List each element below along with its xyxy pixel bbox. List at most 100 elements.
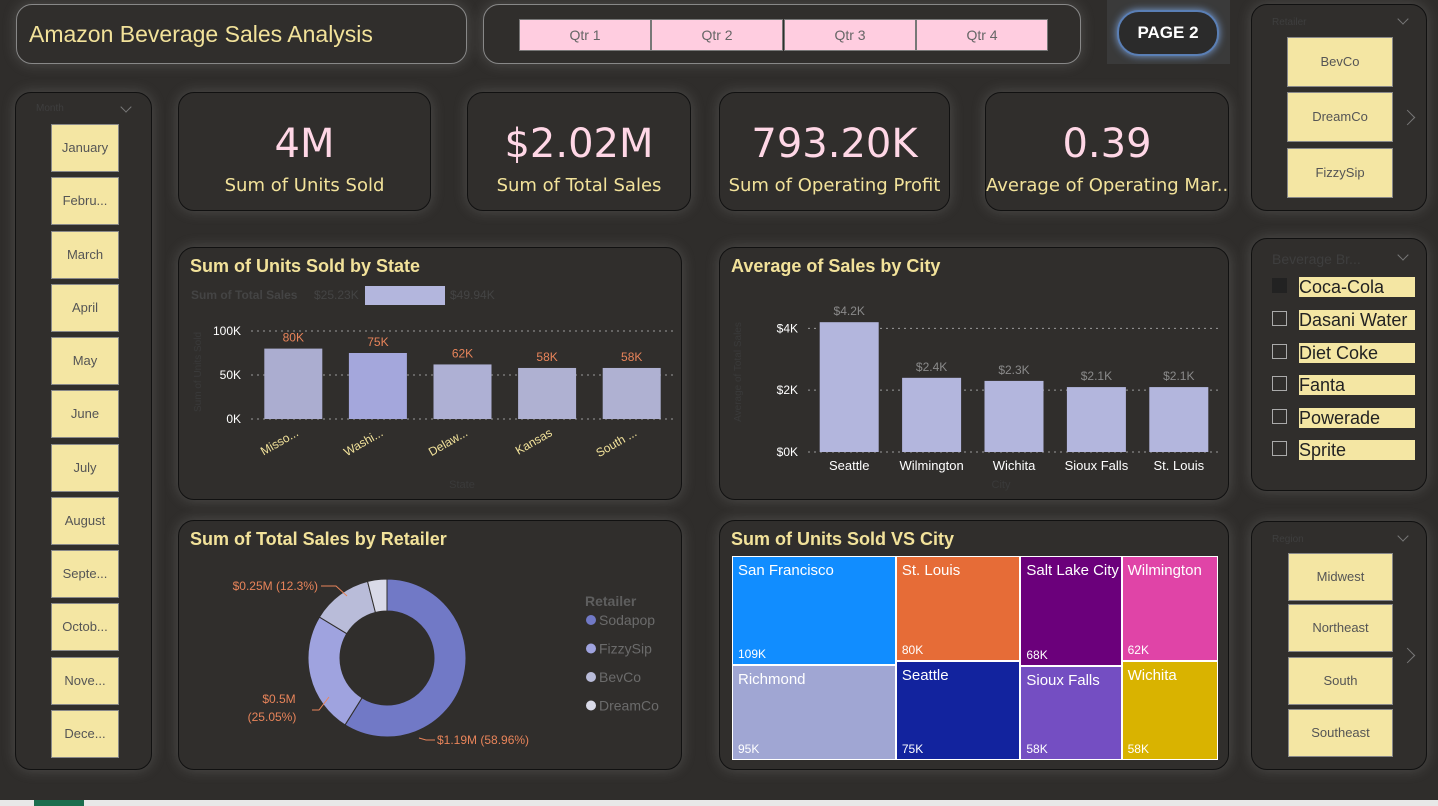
chevron-right-icon[interactable] [1399, 647, 1416, 664]
data-label: (25.05%) [248, 710, 297, 724]
y-axis-title: Sum of Units Sold [193, 332, 204, 412]
beverage-slicer: Beverage Br... Coca-Cola Dasani Water Di… [1251, 238, 1427, 491]
retailer-item[interactable]: DreamCo [1287, 92, 1393, 142]
treemap-city-label: Richmond [738, 671, 806, 688]
x-tick-label: South ... [593, 425, 639, 459]
color-legend-title: Sum of Total Sales [191, 288, 298, 302]
treemap-value-label: 95K [738, 742, 760, 756]
color-legend-max: $49.94K [450, 288, 495, 302]
retailer-item[interactable]: FizzySip [1287, 148, 1393, 198]
bar [819, 322, 879, 452]
bar [1066, 387, 1126, 452]
kpi-units-sold: 4M Sum of Units Sold [178, 92, 431, 211]
month-item[interactable]: May [51, 337, 119, 385]
month-item[interactable]: June [51, 390, 119, 438]
checkbox[interactable] [1272, 409, 1287, 424]
beverage-label: Dasani Water [1299, 310, 1415, 330]
kpi-label: Average of Operating Mar... [986, 175, 1228, 196]
month-item[interactable]: Nove... [51, 657, 119, 705]
data-label: $2.1K [1163, 369, 1194, 383]
beverage-label: Diet Coke [1299, 343, 1415, 363]
leader-line [418, 737, 435, 741]
checkbox[interactable] [1272, 376, 1287, 391]
month-item[interactable]: Septe... [51, 550, 119, 598]
donut-slice [307, 616, 363, 726]
month-item[interactable]: July [51, 444, 119, 492]
checkbox[interactable] [1272, 344, 1287, 359]
page-2-button[interactable]: PAGE 2 [1117, 10, 1219, 56]
treemap-city-label: Sioux Falls [1026, 672, 1100, 690]
region-item[interactable]: Northeast [1288, 604, 1393, 652]
page-nav-area: PAGE 2 [1107, 0, 1230, 64]
quarter-button-3[interactable]: Qtr 3 [784, 19, 916, 51]
beverage-label: Sprite [1299, 440, 1415, 460]
kpi-label: Sum of Operating Profit [728, 175, 941, 196]
treemap-city-label: Salt Lake City [1026, 562, 1119, 579]
y-tick-label: $2K [777, 383, 798, 397]
x-tick-label: Sioux Falls [1065, 458, 1129, 473]
month-item[interactable]: Dece... [51, 710, 119, 758]
treemap-cell[interactable]: St. Louis 80K [895, 556, 1021, 662]
retailer-item[interactable]: BevCo [1287, 37, 1393, 87]
region-slicer-title: Region [1272, 534, 1304, 545]
treemap-cell[interactable]: Wilmington 62K [1121, 556, 1218, 662]
treemap-value-label: 109K [738, 647, 767, 661]
units-by-state-card: Sum of Units Sold by State Sum of Total … [178, 247, 682, 500]
checkbox[interactable] [1272, 311, 1287, 326]
data-label: $0.5M [262, 692, 295, 706]
month-item[interactable]: January [51, 124, 119, 172]
chevron-down-icon[interactable] [1397, 249, 1409, 261]
month-item[interactable]: April [51, 284, 119, 332]
region-item[interactable]: Midwest [1288, 553, 1393, 601]
bar [348, 353, 407, 419]
data-label: 58K [536, 350, 557, 364]
treemap-cell[interactable]: San Francisco 109K [732, 556, 896, 665]
region-item[interactable]: Southeast [1288, 709, 1393, 757]
legend-marker [586, 700, 596, 711]
data-label: 80K [283, 331, 304, 345]
legend-item: Sodapop [599, 612, 655, 628]
data-label: 75K [367, 335, 388, 349]
chevron-down-icon[interactable] [1397, 13, 1409, 25]
chevron-right-icon[interactable] [1399, 109, 1416, 126]
checkbox[interactable] [1272, 278, 1287, 293]
y-tick-label: 0K [226, 412, 241, 426]
data-label: $2.1K [1081, 369, 1112, 383]
data-label: 62K [452, 346, 473, 360]
treemap-city-label: San Francisco [738, 562, 834, 579]
legend-item: BevCo [599, 669, 641, 685]
region-item[interactable]: South [1288, 657, 1393, 705]
kpi-label: Sum of Total Sales [496, 175, 662, 196]
month-slicer-title: Month [36, 103, 64, 114]
x-tick-label: Washi... [341, 425, 385, 459]
treemap-city-label: Seattle [901, 667, 949, 685]
treemap-cell[interactable]: Wichita 58K [1121, 661, 1218, 760]
checkbox[interactable] [1272, 441, 1287, 456]
month-item[interactable]: August [51, 497, 119, 545]
retailer-slicer-title: Retailer [1272, 17, 1307, 28]
month-item[interactable]: March [51, 231, 119, 279]
treemap-cell[interactable]: Sioux Falls 58K [1020, 666, 1122, 760]
x-tick-label: Wilmington [899, 458, 963, 473]
active-page-tab[interactable] [34, 800, 84, 806]
month-item[interactable]: Octob... [51, 603, 119, 651]
sales-by-retailer-chart: Retailer $1.19M (58.96%) $0.5M (25.05%) $0.… [233, 578, 659, 747]
chevron-down-icon[interactable] [120, 101, 132, 113]
units-vs-city-card: Sum of Units Sold VS City San Francisco 1… [719, 520, 1229, 770]
chevron-down-icon[interactable] [1397, 530, 1409, 542]
legend-marker [586, 672, 596, 682]
quarter-button-4[interactable]: Qtr 4 [916, 19, 1048, 51]
treemap-city-label: Wichita [1127, 667, 1177, 685]
sales-by-retailer-card: Sum of Total Sales by Retailer Retailer … [178, 520, 682, 770]
bar [1149, 387, 1209, 452]
kpi-value: 793.20K [751, 121, 918, 167]
treemap-cell[interactable]: Richmond 95K [732, 665, 896, 760]
kpi-operating-profit: 793.20K Sum of Operating Profit [719, 92, 950, 211]
month-item[interactable]: Febru... [51, 177, 119, 225]
quarter-button-2[interactable]: Qtr 2 [651, 19, 783, 51]
treemap-cell[interactable]: Salt Lake City 68K [1020, 556, 1122, 667]
quarter-button-1[interactable]: Qtr 1 [519, 19, 651, 51]
color-legend-swatch [365, 286, 445, 305]
treemap-cell[interactable]: Seattle 75K [895, 661, 1021, 760]
kpi-value: $2.02M [504, 121, 654, 167]
